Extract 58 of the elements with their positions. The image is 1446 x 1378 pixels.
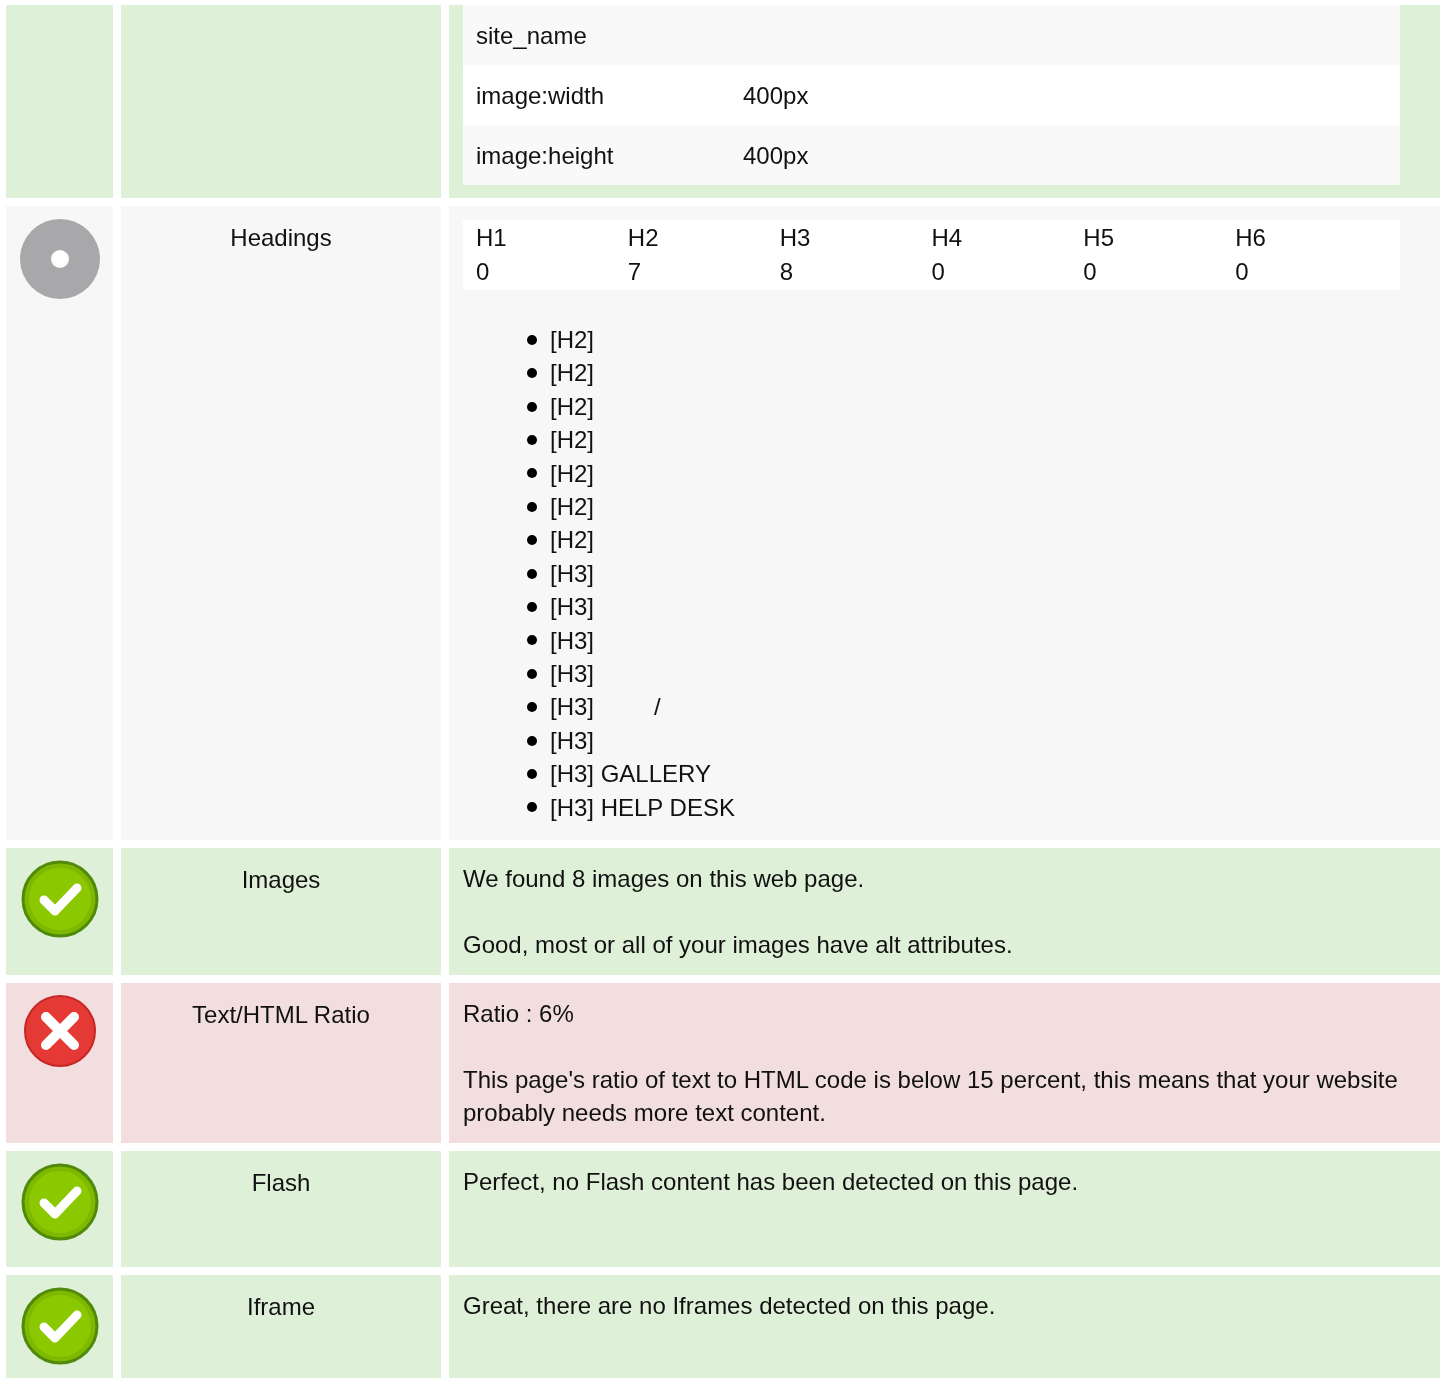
heading-tag: H2 [627, 221, 780, 255]
heading-count: 0 [1083, 257, 1098, 287]
paragraph: Great, there are no Iframes detected on this page. [463, 1291, 997, 1322]
meta-name: site_name [476, 20, 588, 51]
bullet-icon [527, 769, 537, 779]
heading-item: [H3] HELP DESK [550, 792, 735, 823]
check-label: Headings [230, 224, 332, 251]
bullet-icon [527, 568, 537, 579]
bullet-icon [527, 501, 537, 512]
heading-item: [H3] [550, 558, 594, 589]
bullet-icon [527, 668, 537, 679]
check-label: Iframe [247, 1293, 315, 1321]
heading-item: [H3] [550, 625, 594, 656]
heading-count: 0 [931, 257, 946, 287]
bullet-icon [527, 434, 537, 445]
paragraph: Ratio : 6% [463, 999, 575, 1030]
heading-count: 0 [1235, 257, 1250, 287]
heading-count: 0 [476, 257, 491, 287]
meta-value: 400px [743, 80, 809, 111]
bullet-icon [527, 735, 537, 746]
heading-item: [H2] [550, 525, 594, 556]
heading-tag: H6 [1235, 221, 1387, 255]
paragraph: We found 8 images on this web page. [463, 864, 866, 895]
heading-tag: H1 [476, 221, 628, 255]
heading-item: [H2] [550, 492, 594, 523]
check-label: Text/HTML Ratio [192, 1001, 370, 1029]
paragraph: Good, most or all of your images have alt attributes. [463, 930, 1014, 961]
heading-item: [H2] [550, 358, 594, 389]
bullet-icon [527, 334, 537, 345]
heading-tag: H3 [779, 221, 932, 255]
paragraph: This page's ratio of text to HTML code is below 15 percent, this means that your website probably needs more text content. [463, 1065, 1399, 1129]
heading-item: [H2] [550, 325, 594, 355]
bullet-icon [527, 702, 537, 713]
bullet-icon [527, 468, 537, 479]
heading-item: [H2] [550, 425, 594, 456]
heading-item: [H2] [550, 391, 594, 422]
heading-tag: H5 [1083, 221, 1236, 255]
heading-tag: H4 [931, 221, 1084, 255]
paragraph: Perfect, no Flash content has been detected on this page. [463, 1167, 1080, 1198]
meta-name: image:height [476, 140, 615, 171]
heading-item: [H3] [550, 725, 594, 756]
meta-value: 400px [743, 140, 809, 171]
bullet-icon [527, 368, 537, 379]
bullet-icon [527, 802, 537, 813]
heading-count: 8 [779, 257, 794, 287]
bullet-icon [527, 601, 537, 612]
heading-item: [H3] [550, 592, 594, 623]
bullet-icon [527, 401, 537, 412]
heading-item: [H3] [550, 659, 594, 690]
heading-item: [H3] / [550, 692, 661, 723]
check-label: Flash [251, 1169, 311, 1197]
check-label: Images [241, 866, 321, 894]
heading-item: [H2] [550, 458, 594, 489]
meta-name: image:width [476, 80, 606, 111]
bullet-icon [527, 635, 537, 646]
bullet-icon [527, 535, 537, 546]
heading-item: [H3] GALLERY [550, 759, 711, 790]
heading-count: 7 [627, 257, 643, 287]
